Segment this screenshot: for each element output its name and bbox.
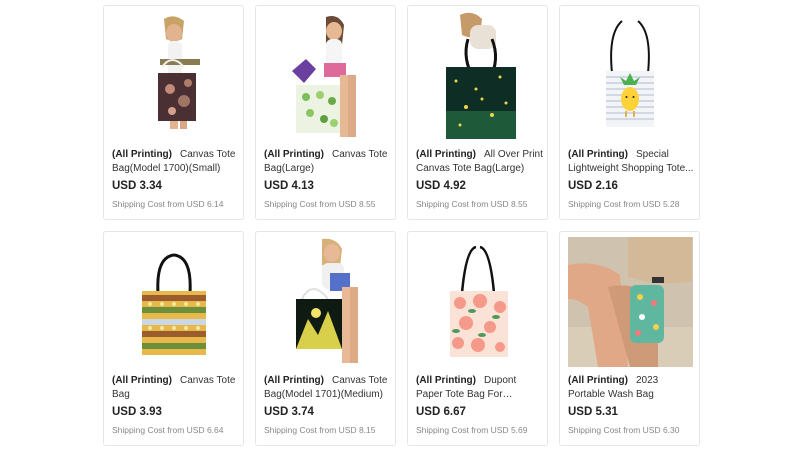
product-price: USD 3.34 bbox=[112, 180, 162, 192]
product-price: USD 2.16 bbox=[568, 180, 618, 192]
product-card[interactable]: (All Printing) Canvas Tote Bag USD 3.93 S… bbox=[103, 231, 244, 446]
product-grid: (All Printing) Canvas Tote Bag(Model 1700… bbox=[103, 5, 700, 446]
product-price: USD 4.13 bbox=[264, 180, 314, 192]
shipping-cost: Shipping Cost from USD 5.69 bbox=[416, 425, 528, 435]
product-card[interactable]: (All Printing) Special Lightweight Shoppi… bbox=[559, 5, 700, 220]
product-tag: (All Printing) bbox=[416, 375, 476, 386]
product-image-peach-tote[interactable] bbox=[416, 237, 540, 366]
product-image-woman-dark-tote[interactable] bbox=[416, 11, 540, 140]
product-tag: (All Printing) bbox=[568, 149, 628, 160]
product-tag: (All Printing) bbox=[264, 375, 324, 386]
shipping-cost: Shipping Cost from USD 6.14 bbox=[112, 199, 224, 209]
product-title[interactable]: (All Printing) Canvas Tote Bag(Model 1700… bbox=[112, 148, 240, 176]
product-title[interactable]: (All Printing) Special Lightweight Shoppi… bbox=[568, 148, 696, 176]
shipping-cost: Shipping Cost from USD 8.55 bbox=[264, 199, 376, 209]
product-image-woman-large-tote[interactable] bbox=[264, 11, 388, 140]
product-image-woman-medium-tote[interactable] bbox=[264, 237, 388, 366]
product-card[interactable]: (All Printing) Canvas Tote Bag(Large) USD… bbox=[255, 5, 396, 220]
product-title[interactable]: (All Printing) Canvas Tote Bag(Model 1701… bbox=[264, 374, 392, 402]
product-tag: (All Printing) bbox=[112, 149, 172, 160]
product-image-pineapple-tote[interactable] bbox=[568, 11, 692, 140]
product-price: USD 5.31 bbox=[568, 406, 618, 418]
product-tag: (All Printing) bbox=[264, 149, 324, 160]
product-card[interactable]: (All Printing) 2023 Portable Wash Bag USD… bbox=[559, 231, 700, 446]
shipping-cost: Shipping Cost from USD 6.30 bbox=[568, 425, 680, 435]
shipping-cost: Shipping Cost from USD 8.55 bbox=[416, 199, 528, 209]
product-title[interactable]: (All Printing) Canvas Tote Bag(Large) bbox=[264, 148, 392, 176]
product-tag: (All Printing) bbox=[416, 149, 476, 160]
product-card[interactable]: (All Printing) Dupont Paper Tote Bag For … bbox=[407, 231, 548, 446]
shipping-cost: Shipping Cost from USD 6.64 bbox=[112, 425, 224, 435]
shipping-cost: Shipping Cost from USD 5.28 bbox=[568, 199, 680, 209]
shipping-cost: Shipping Cost from USD 8.15 bbox=[264, 425, 376, 435]
product-card[interactable]: (All Printing) All Over Print Canvas Tote… bbox=[407, 5, 548, 220]
product-price: USD 3.74 bbox=[264, 406, 314, 418]
product-image-pattern-tote[interactable] bbox=[112, 237, 236, 366]
product-price: USD 3.93 bbox=[112, 406, 162, 418]
product-title[interactable]: (All Printing) Dupont Paper Tote Bag For … bbox=[416, 374, 544, 402]
product-price: USD 6.67 bbox=[416, 406, 466, 418]
product-tag: (All Printing) bbox=[568, 375, 628, 386]
product-title[interactable]: (All Printing) All Over Print Canvas Tote… bbox=[416, 148, 544, 176]
product-image-woman-small-tote[interactable] bbox=[112, 11, 236, 140]
product-price: USD 4.92 bbox=[416, 180, 466, 192]
product-title[interactable]: (All Printing) Canvas Tote Bag bbox=[112, 374, 240, 402]
product-title[interactable]: (All Printing) 2023 Portable Wash Bag bbox=[568, 374, 696, 402]
product-image-wash-bag[interactable] bbox=[568, 237, 693, 367]
product-card[interactable]: (All Printing) Canvas Tote Bag(Model 1700… bbox=[103, 5, 244, 220]
product-tag: (All Printing) bbox=[112, 375, 172, 386]
product-card[interactable]: (All Printing) Canvas Tote Bag(Model 1701… bbox=[255, 231, 396, 446]
